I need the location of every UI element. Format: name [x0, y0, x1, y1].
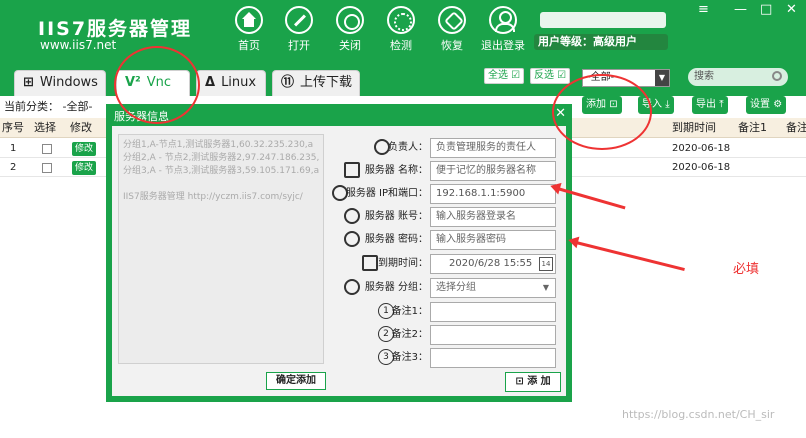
user-level-badge: 用户等级：高级用户 [534, 34, 668, 50]
field-account-label: 服务器 账号： [344, 207, 428, 227]
nav-close-button[interactable]: 关闭 [325, 6, 375, 62]
field-note1-label: 1 备注1： [344, 302, 428, 322]
open-icon [285, 6, 313, 34]
lock-icon [344, 231, 360, 247]
select-all-button[interactable]: 全选 ☑ [484, 68, 525, 84]
field-note3-label: 3 备注3： [344, 348, 428, 368]
field-note2-label: 2 备注2： [344, 325, 428, 345]
tab-windows[interactable]: ⊞ Windows [14, 70, 106, 96]
list-icon [344, 279, 360, 295]
upload-icon: ⑪ [281, 75, 295, 90]
bulk-import-textarea[interactable]: 分组1,A-节点1,测试服务器1,60.32.235.230,a 分组2,A -… [118, 134, 324, 364]
dialog-body: 分组1,A-节点1,测试服务器1,60.32.235.230,a 分组2,A -… [112, 126, 566, 396]
gear-icon: ⚙ [773, 99, 783, 110]
app-logo: IIS7服务器管理 [38, 18, 193, 40]
field-owner-label: 负责人： [344, 138, 428, 158]
field-expire-label: 到期时间： [344, 254, 428, 274]
chevron-down-icon: ▼ [542, 283, 549, 292]
person-icon [344, 208, 360, 224]
window-close-icon[interactable]: ✕ [786, 2, 797, 17]
search-icon [772, 71, 782, 81]
server-info-dialog: 服务器信息 ✕ 分组1,A-节点1,测试服务器1,60.32.235.230,a… [106, 104, 572, 402]
maximize-icon[interactable]: □ [760, 2, 772, 17]
logout-icon [489, 6, 517, 34]
minimize-icon[interactable]: — [734, 2, 747, 17]
password-input[interactable]: 输入服务器密码 [430, 230, 556, 250]
confirm-add-button[interactable]: 确定添加 [266, 372, 326, 390]
row-checkbox[interactable] [42, 163, 52, 173]
tab-upload-download[interactable]: ⑪ 上传下载 [272, 70, 360, 96]
field-group-label: 服务器 分组： [344, 278, 428, 298]
linux-icon: Δ [205, 75, 216, 90]
search-input[interactable]: 搜索 [688, 68, 788, 86]
annotation-circle-vnc [114, 46, 200, 124]
group-select[interactable]: 选择分组 ▼ [430, 278, 556, 298]
note3-input[interactable] [430, 348, 556, 368]
id-card-icon [344, 162, 360, 178]
edit-button[interactable]: 修改 [72, 142, 97, 156]
invert-selection-button[interactable]: 反选 ☑ [530, 68, 571, 84]
export-icon: ⤒ [719, 99, 724, 110]
edit-button[interactable]: 修改 [72, 161, 97, 175]
add-icon: ⊡ [515, 376, 524, 387]
nav-logout-button[interactable]: 退出登录 [478, 6, 528, 62]
calendar-picker-icon[interactable]: 14 [539, 257, 553, 271]
chevron-down-icon: ▼ [655, 70, 669, 86]
restore-icon [438, 6, 466, 34]
current-category-label: 当前分类： -全部- [4, 100, 93, 113]
annotation-arrow-password [571, 240, 685, 272]
note2-input[interactable] [430, 325, 556, 345]
nav-open-button[interactable]: 打开 [274, 6, 324, 62]
row-checkbox[interactable] [42, 144, 52, 154]
nav-check-button[interactable]: 检测 [376, 6, 426, 62]
settings-button[interactable]: 设置 ⚙ [746, 96, 787, 114]
watermark: https://blog.csdn.net/CH_sir [622, 408, 775, 421]
account-input[interactable]: 输入服务器登录名 [430, 207, 556, 227]
field-password-label: 服务器 密码： [344, 230, 428, 250]
nav-restore-button[interactable]: 恢复 [427, 6, 477, 62]
windows-icon: ⊞ [23, 75, 34, 90]
required-annotation: 必填 [733, 262, 760, 277]
username-blurred [540, 12, 666, 28]
ip-port-input[interactable]: 192.168.1.1:5900 [430, 184, 556, 204]
dialog-add-button[interactable]: ⊡ 添 加 [505, 372, 561, 392]
nav-home-button[interactable]: 首页 [224, 6, 274, 62]
server-name-input[interactable]: 便于记忆的服务器名称 [430, 161, 556, 181]
note1-input[interactable] [430, 302, 556, 322]
expire-date-input[interactable]: 2020/6/28 15:55 14 [430, 254, 556, 274]
field-name-label: 服务器 名称： [344, 161, 428, 181]
import-icon: ⤓ [665, 99, 670, 110]
calendar-icon [362, 255, 378, 271]
home-icon [235, 6, 263, 34]
owner-input[interactable]: 负责管理服务的责任人 [430, 138, 556, 158]
menu-icon[interactable]: ≡ [698, 2, 709, 17]
close-icon [336, 6, 364, 34]
field-ip-label: 服务器 IP和端口： [332, 184, 428, 204]
app-site-url: www.iis7.net [40, 38, 117, 52]
app-header: IIS7服务器管理 www.iis7.net 首页 打开 关闭 检测 恢复 退出… [0, 0, 806, 66]
tab-linux[interactable]: Δ Linux [196, 70, 266, 96]
export-button[interactable]: 导出 ⤒ [692, 96, 728, 114]
annotation-circle-add [552, 74, 652, 150]
check-icon [387, 6, 415, 34]
